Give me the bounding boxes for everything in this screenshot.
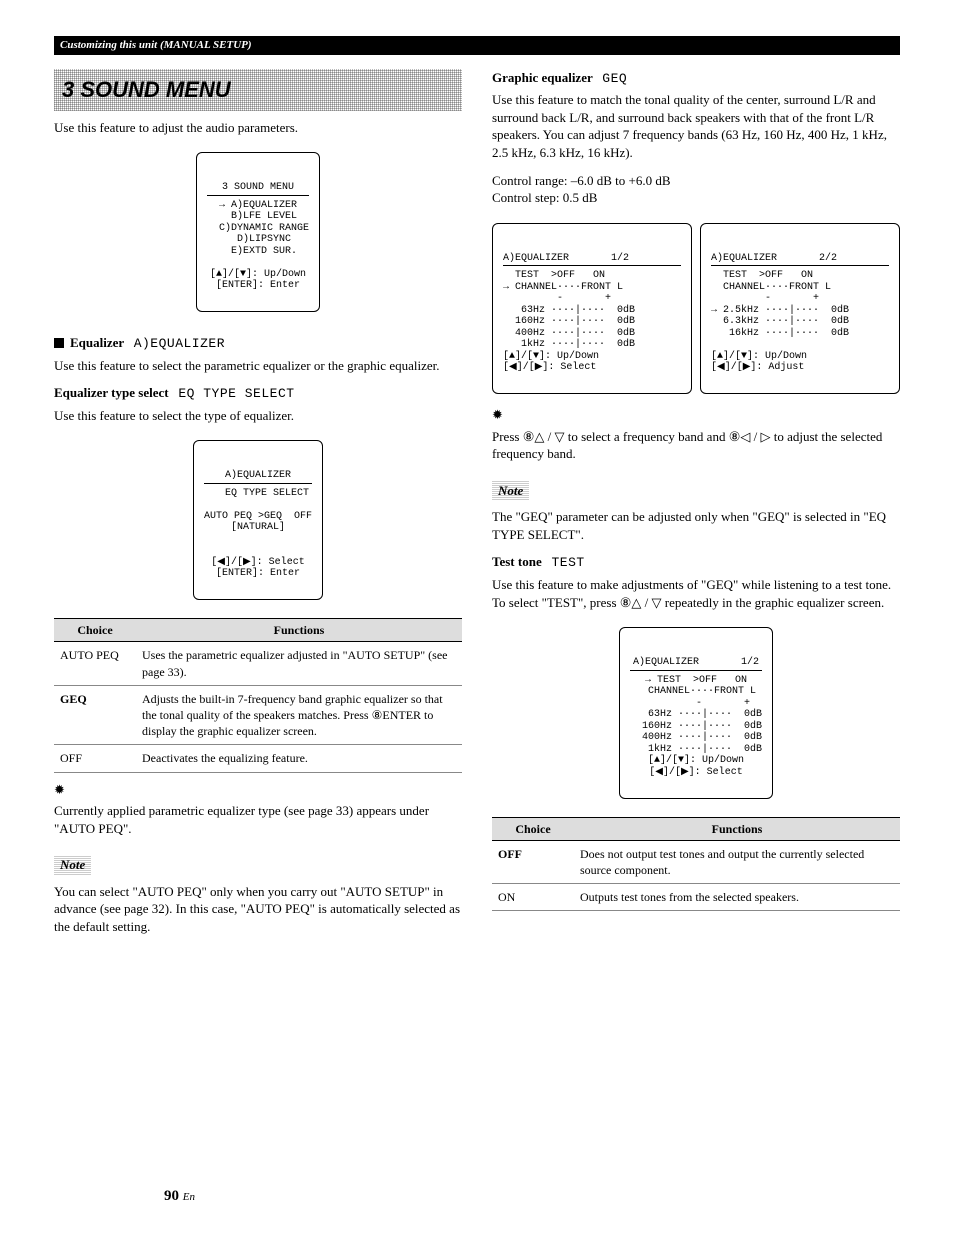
chapter-header: Customizing this unit (MANUAL SETUP) [54,36,900,55]
section-banner: 3 SOUND MENU [54,69,462,111]
testtone-heading: Test tone TEST [492,553,900,572]
table-row: ON Outputs test tones from the selected … [492,884,900,911]
page-number: 90 [164,1188,179,1204]
geq-range: Control range: –6.0 dB to +6.0 dB [492,172,900,190]
table-row: OFF Deactivates the equalizing feature. [54,745,462,772]
lcd-testtone: A)EQUALIZER 1/2 → TEST >OFF ON CHANNEL···… [619,627,773,799]
tip-geq: Press ⑧△ / ▽ to select a frequency band … [492,428,900,463]
geq-heading: Graphic equalizer GEQ [492,69,900,88]
lcd-body: TEST >OFF ON CHANNEL····FRONT L - + → 2.… [711,270,849,373]
left-column: 3 SOUND MENU Use this feature to adjust … [54,69,462,946]
geq-step: Control step: 0.5 dB [492,189,900,207]
cell-func: Uses the parametric equalizer adjusted i… [136,642,462,685]
lcd-title: A)EQUALIZER 1/2 [630,657,762,671]
col-functions: Functions [574,817,900,840]
osd-label: TEST [551,555,584,570]
bullet-icon [54,338,64,348]
heading-label: Graphic equalizer [492,70,593,85]
section-title: 3 SOUND MENU [62,77,231,102]
eqtype-heading: Equalizer type select EQ TYPE SELECT [54,384,462,403]
page-footer: 90 En [164,1186,195,1206]
cell-func: Deactivates the equalizing feature. [136,745,462,772]
lcd-geq-page2: A)EQUALIZER 2/2 TEST >OFF ON CHANNEL····… [700,223,900,395]
lcd-body: → TEST >OFF ON CHANNEL····FRONT L - + 63… [630,675,762,778]
geq-desc: Use this feature to match the tonal qual… [492,91,900,161]
cell-choice: GEQ [54,685,136,745]
lcd-title: 3 SOUND MENU [207,182,309,196]
equalizer-desc: Use this feature to select the parametri… [54,357,462,375]
note-label: Note [492,481,529,501]
testtone-table: Choice Functions OFF Does not output tes… [492,817,900,912]
col-choice: Choice [492,817,574,840]
heading-label: Equalizer [70,335,124,350]
col-choice: Choice [54,619,136,642]
cell-choice: AUTO PEQ [54,642,136,685]
equalizer-heading: Equalizer A)EQUALIZER [54,334,462,353]
note-label: Note [54,855,91,875]
col-functions: Functions [136,619,462,642]
heading-label: Test tone [492,554,542,569]
table-row: OFF Does not output test tones and outpu… [492,840,900,883]
heading-label: Equalizer type select [54,385,169,400]
right-column: Graphic equalizer GEQ Use this feature t… [492,69,900,946]
lcd-title: A)EQUALIZER 2/2 [711,253,889,267]
lcd-eqtype: A)EQUALIZER EQ TYPE SELECT AUTO PEQ >GEQ… [193,440,323,600]
lcd-title: A)EQUALIZER 1/2 [503,253,681,267]
cell-func: Does not output test tones and output th… [574,840,900,883]
cell-choice: OFF [492,840,574,883]
cell-choice: ON [492,884,574,911]
table-row: GEQ Adjusts the built-in 7-frequency ban… [54,685,462,745]
lcd-sound-menu: 3 SOUND MENU → A)EQUALIZER B)LFE LEVEL C)… [196,152,320,312]
cell-choice: OFF [54,745,136,772]
osd-label: GEQ [602,71,627,86]
lcd-geq-page1: A)EQUALIZER 1/2 TEST >OFF ON → CHANNEL··… [492,223,692,395]
lcd-body: → A)EQUALIZER B)LFE LEVEL C)DYNAMIC RANG… [207,200,309,292]
page-lang: En [183,1191,195,1203]
intro-text: Use this feature to adjust the audio par… [54,119,462,137]
cell-func: Adjusts the built-in 7-frequency band gr… [136,685,462,745]
tip-icon [54,781,462,799]
table-row: AUTO PEQ Uses the parametric equalizer a… [54,642,462,685]
tip-text: Currently applied parametric equalizer t… [54,802,462,837]
tip-icon [492,406,900,424]
lcd-body: TEST >OFF ON → CHANNEL····FRONT L - + 63… [503,270,635,373]
lcd-body: EQ TYPE SELECT AUTO PEQ >GEQ OFF [NATURA… [204,488,312,580]
osd-label: A)EQUALIZER [134,336,225,351]
osd-label: EQ TYPE SELECT [178,386,294,401]
eqtype-table: Choice Functions AUTO PEQ Uses the param… [54,618,462,772]
eqtype-desc: Use this feature to select the type of e… [54,407,462,425]
cell-func: Outputs test tones from the selected spe… [574,884,900,911]
testtone-desc: Use this feature to make adjustments of … [492,576,900,611]
lcd-title: A)EQUALIZER [204,470,312,484]
note-text: You can select "AUTO PEQ" only when you … [54,883,462,936]
note-geq: The "GEQ" parameter can be adjusted only… [492,508,900,543]
